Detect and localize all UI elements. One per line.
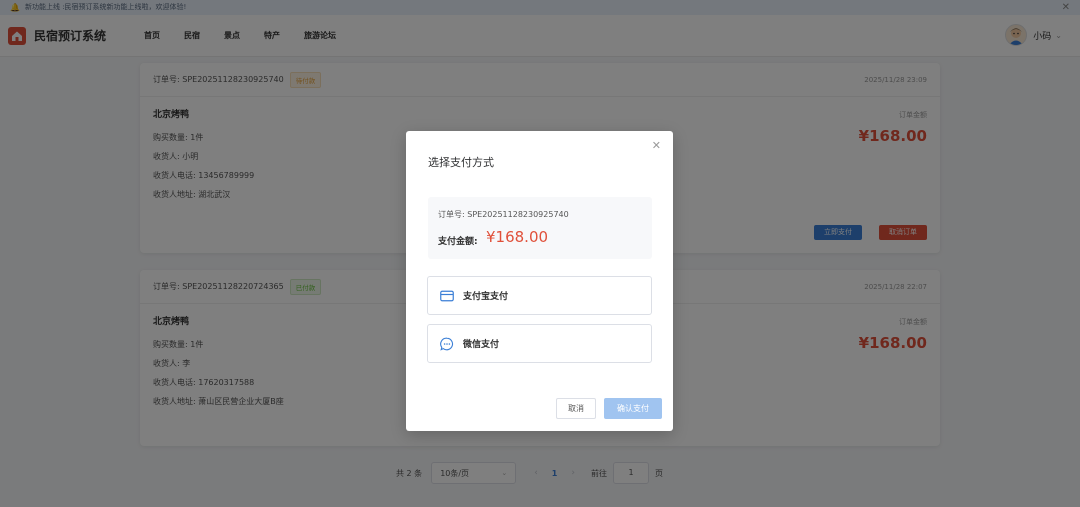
cancel-button[interactable]: 取消 [556, 398, 596, 419]
dialog-title: 选择支付方式 [428, 156, 494, 169]
alipay-option[interactable]: 支付宝支付 [427, 276, 652, 315]
chat-bubble-icon [440, 337, 454, 351]
confirm-payment-button[interactable]: 确认支付 [604, 398, 662, 419]
card-icon [440, 289, 454, 303]
close-icon[interactable]: ✕ [652, 139, 661, 152]
payment-summary: 订单号: SPE20251128230925740 支付金额: ¥168.00 [428, 197, 652, 259]
payment-amount-label: 支付金额: [438, 237, 478, 247]
wechat-pay-label: 微信支付 [463, 340, 500, 350]
alipay-label: 支付宝支付 [463, 292, 509, 302]
payment-amount: ¥168.00 [486, 228, 549, 246]
payment-dialog: 选择支付方式 ✕ 订单号: SPE20251128230925740 支付金额:… [406, 131, 673, 431]
wechat-pay-option[interactable]: 微信支付 [427, 324, 652, 363]
dialog-order-number: 订单号: SPE20251128230925740 [438, 210, 569, 219]
